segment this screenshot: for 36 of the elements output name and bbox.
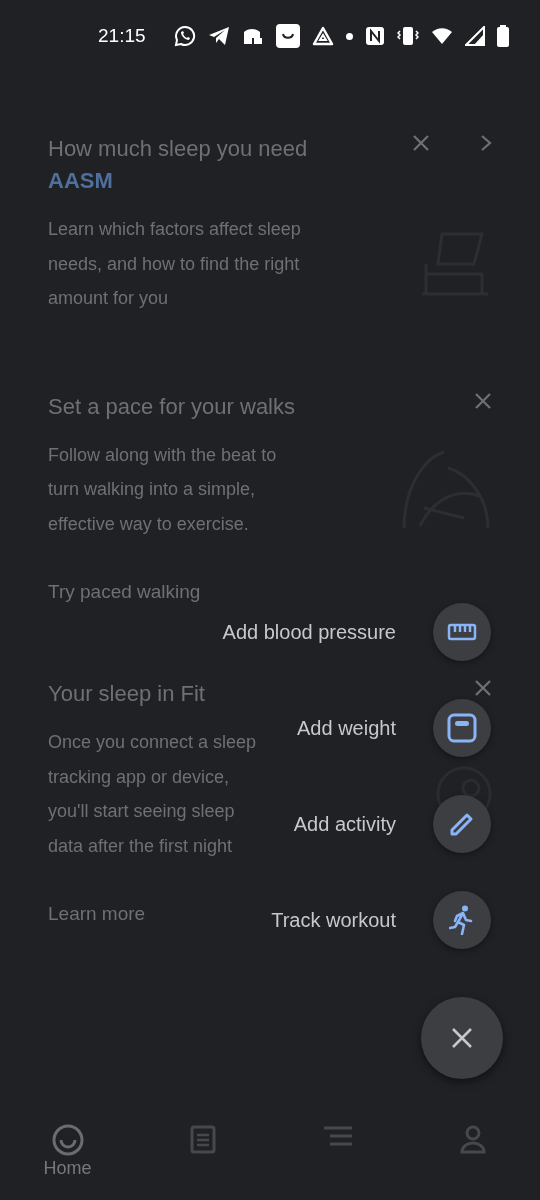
wifi-icon <box>430 27 453 45</box>
home-icon[interactable] <box>51 1124 84 1156</box>
scale-icon <box>447 713 477 743</box>
nav-label[interactable]: Home <box>43 1158 92 1179</box>
action-button[interactable] <box>433 795 491 853</box>
running-person-icon <box>449 905 475 935</box>
status-time: 21:15 <box>98 25 146 47</box>
close-icon <box>451 1027 473 1049</box>
action-label[interactable]: Track workout <box>271 908 396 932</box>
list-icon[interactable] <box>321 1124 354 1148</box>
card-title: Your sleep in Fit <box>48 680 205 708</box>
action-label[interactable]: Add activity <box>293 812 396 836</box>
clipboard-icon[interactable] <box>189 1124 216 1154</box>
close-icon[interactable] <box>474 679 492 697</box>
ruler-icon <box>447 622 477 642</box>
card-description: Once you connect a sleep tracking app or device, you'll start seeing sleep data after the first night <box>48 731 258 858</box>
chevron-right-icon[interactable] <box>480 134 492 152</box>
action-label[interactable]: Add weight <box>297 716 396 740</box>
smile-icon <box>275 24 300 48</box>
close-icon[interactable] <box>412 134 430 152</box>
close-icon[interactable] <box>474 391 492 410</box>
card-description: Learn which factors affect sleep needs, and how to find the right amount for you <box>48 218 302 310</box>
person-icon[interactable] <box>458 1124 487 1154</box>
chat-bubble-icon <box>173 25 196 47</box>
card-title: How much sleep you need <box>48 135 308 163</box>
logo-text: AASM <box>48 167 113 195</box>
dot-icon <box>345 32 353 40</box>
triangle-icon <box>311 26 334 46</box>
battery-icon <box>496 25 509 47</box>
card-description: Follow along with the beat to turn walking into a simple, effective way to exercise. <box>48 443 278 536</box>
paper-plane-icon <box>207 26 230 46</box>
signal-icon <box>464 26 485 46</box>
action-label[interactable]: Add blood pressure <box>222 620 396 644</box>
card-title: Set a pace for your walks <box>48 392 295 421</box>
nfc-icon <box>364 26 385 46</box>
vibrate-icon <box>396 26 419 46</box>
